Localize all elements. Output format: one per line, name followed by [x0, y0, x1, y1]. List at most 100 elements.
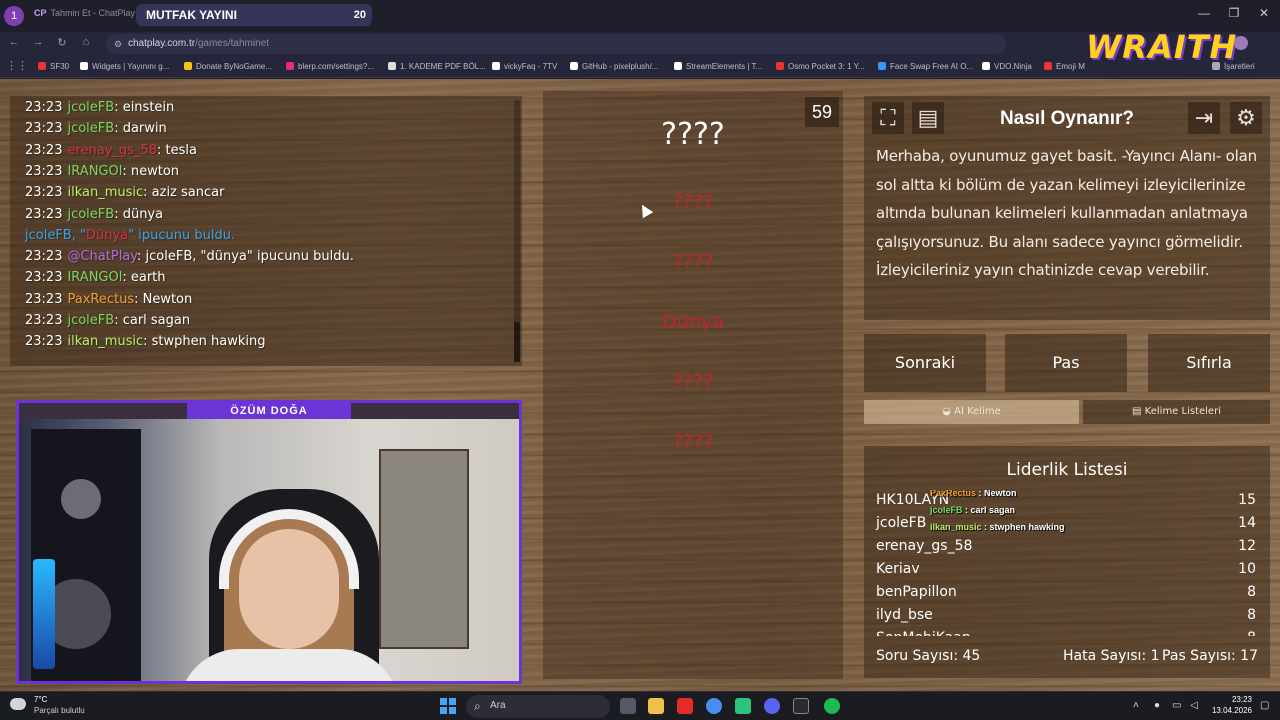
weather-desc: Parçalı bulutlu — [34, 706, 85, 715]
chat-timestamp: 23:23 — [25, 100, 63, 115]
pass-button[interactable]: Pas — [1005, 334, 1127, 392]
chat-username[interactable]: @ChatPlay — [67, 249, 137, 264]
word-lists-button[interactable]: ▤ Kelime Listeleri — [1083, 400, 1270, 424]
bookmark-item[interactable]: vickyFaq - 7TV — [492, 59, 557, 75]
spotify-icon[interactable] — [824, 698, 840, 714]
chat-username[interactable]: PaxRectus — [67, 292, 134, 307]
next-button[interactable]: Sonraki — [864, 334, 986, 392]
tab-tahmin-et[interactable]: CP Tahmin Et - ChatPlay — [30, 4, 140, 26]
bookmark-label: 1. KADEME PDF BÖL... — [400, 62, 486, 71]
home-icon[interactable]: ⌂ — [78, 36, 94, 48]
reload-icon[interactable]: ↻ — [54, 36, 70, 49]
bookmark-item[interactable]: blerp.com/settings?... — [286, 59, 374, 75]
chat-username[interactable]: jcoleFB — [67, 313, 114, 328]
bookshelf — [379, 449, 469, 649]
ai-word-button[interactable]: ◒ AI Kelime — [864, 400, 1079, 424]
chat-message: 23:23 @ChatPlay: jcoleFB, "dünya" ipucunu… — [25, 249, 354, 264]
bookmark-favicon-icon — [570, 62, 578, 70]
bookmark-item[interactable]: Osmo Pocket 3: 1 Y... — [776, 59, 865, 75]
windows-start-icon[interactable] — [440, 698, 456, 714]
chat-timestamp: 23:23 — [25, 121, 63, 137]
minimize-icon[interactable]: — — [1194, 6, 1214, 20]
bookmark-label: blerp.com/settings?... — [298, 62, 375, 71]
leaderboard-name: Keriav — [876, 561, 920, 577]
logout-icon[interactable]: ⇥ — [1188, 102, 1220, 134]
discord-icon[interactable] — [764, 698, 780, 714]
chat-text: : newton — [122, 163, 180, 179]
bookmark-favicon-icon — [80, 62, 88, 70]
gear-icon[interactable]: ⚙ — [1230, 102, 1262, 134]
app-icon[interactable] — [735, 698, 751, 714]
profile-avatar[interactable] — [1234, 36, 1248, 50]
bookmark-item[interactable]: GitHub - pixelplush/... — [570, 59, 658, 75]
maximize-icon[interactable]: ❐ — [1224, 6, 1244, 20]
apps-grid-icon[interactable]: ⋮⋮ — [6, 59, 28, 72]
chat-scrollbar-thumb[interactable] — [514, 322, 520, 362]
bookmark-item[interactable]: Widgets | Yayınını g... — [80, 59, 169, 75]
chat-message: 23:23 jcoleFB: einstein — [25, 100, 174, 115]
volume-icon[interactable]: ◁ — [1190, 700, 1198, 711]
chat-username[interactable]: jcoleFB — [67, 100, 114, 115]
main-word: ???? — [661, 117, 725, 152]
mic-icon[interactable]: ● — [1154, 700, 1160, 711]
bookmark-item[interactable]: VDO.Ninja — [982, 59, 1032, 75]
chat-message: 23:23 jcoleFB: dünya — [25, 207, 163, 222]
chat-username[interactable]: jcoleFB — [67, 121, 114, 136]
chat-username[interactable]: ilkan_music — [67, 185, 143, 200]
forward-icon[interactable]: → — [30, 36, 46, 48]
chevron-up-icon[interactable]: ˄ — [1133, 700, 1139, 711]
weather-temp: 7°C — [34, 695, 48, 704]
chat-timestamp: 23:23 — [25, 249, 63, 265]
bookmark-item[interactable]: Donate ByNoGame... — [184, 59, 272, 75]
chrome-icon[interactable] — [706, 698, 722, 714]
url-field[interactable]: ⚙ chatplay.com.tr/games/tahminet — [106, 34, 1006, 54]
cloud-icon[interactable] — [10, 698, 26, 710]
bookmark-item[interactable]: Face Swap Free AI O... — [878, 59, 973, 75]
task-view-icon[interactable] — [620, 698, 636, 714]
bookmark-item[interactable]: 1. KADEME PDF BÖL... — [388, 59, 486, 75]
chat-username[interactable]: IRANGOl — [67, 164, 122, 179]
bookmark-item[interactable]: SF30 — [38, 59, 69, 75]
chat-scrollbar[interactable] — [514, 100, 520, 362]
chat-username[interactable]: ilkan_music — [67, 334, 143, 349]
overlay-chat-message: ilkan_music : stwphen hawking — [930, 522, 1065, 532]
bookmark-item[interactable]: Emoji M — [1044, 59, 1085, 75]
bookmark-favicon-icon — [878, 62, 886, 70]
bookmark-favicon-icon — [286, 62, 294, 70]
chat-message: 23:23 jcoleFB: darwin — [25, 121, 167, 136]
taskbar-search[interactable]: ⌕ Ara — [466, 695, 610, 718]
close-icon[interactable]: ✕ — [1254, 6, 1274, 20]
chat-username[interactable]: IRANGOl — [67, 270, 122, 285]
profile-badge[interactable]: 1 — [4, 6, 24, 26]
bookmark-favicon-icon — [776, 62, 784, 70]
reset-button[interactable]: Sıfırla — [1148, 334, 1270, 392]
network-icon[interactable]: ▭ — [1172, 700, 1181, 711]
overlay-chat-username: ilkan_music — [930, 522, 982, 532]
taskbar: 7°C Parçalı bulutlu ⌕ Ara ˄ ● ▭ ◁ 23:23 … — [0, 691, 1280, 720]
bookmark-favicon-icon — [674, 62, 682, 70]
chat-username[interactable]: jcoleFB — [67, 207, 114, 222]
chat-username[interactable]: erenay_gs_58 — [67, 143, 157, 158]
bookmark-item[interactable]: StreamElements | T... — [674, 59, 762, 75]
chat-timestamp: 23:23 — [25, 291, 63, 307]
tab-mutfak-yayini-label: MUTFAK YAYINI — [146, 8, 237, 22]
hint-word: ???? — [672, 251, 714, 273]
bookmark-label: vickyFaq - 7TV — [504, 62, 558, 71]
chat-timestamp: 23:23 — [25, 206, 63, 222]
chat-text: : darwin — [114, 121, 167, 137]
tab-mutfak-yayini[interactable]: MUTFAK YAYINI 20 — [136, 4, 372, 26]
chat-message: 23:23 erenay_gs_58: tesla — [25, 143, 197, 158]
chat-text: "Dünya" ipucunu buldu. — [75, 227, 236, 243]
chat-username[interactable]: jcoleFB, — [25, 228, 76, 243]
leaderboard-score: 8 — [1247, 584, 1256, 600]
terminal-icon[interactable] — [793, 698, 809, 714]
notification-icon[interactable]: ▢ — [1260, 700, 1269, 711]
clock-date: 13.04.2026 — [1211, 706, 1252, 715]
back-icon[interactable]: ← — [6, 36, 22, 48]
youtube-icon[interactable] — [677, 698, 693, 714]
leaderboard-name: ilyd_bse — [876, 607, 933, 623]
site-info-icon[interactable]: ⚙ — [114, 34, 122, 54]
leaderboard-score: 14 — [1238, 515, 1256, 531]
leaderboard-title: Liderlik Listesi — [1006, 460, 1128, 480]
file-explorer-icon[interactable] — [648, 698, 664, 714]
